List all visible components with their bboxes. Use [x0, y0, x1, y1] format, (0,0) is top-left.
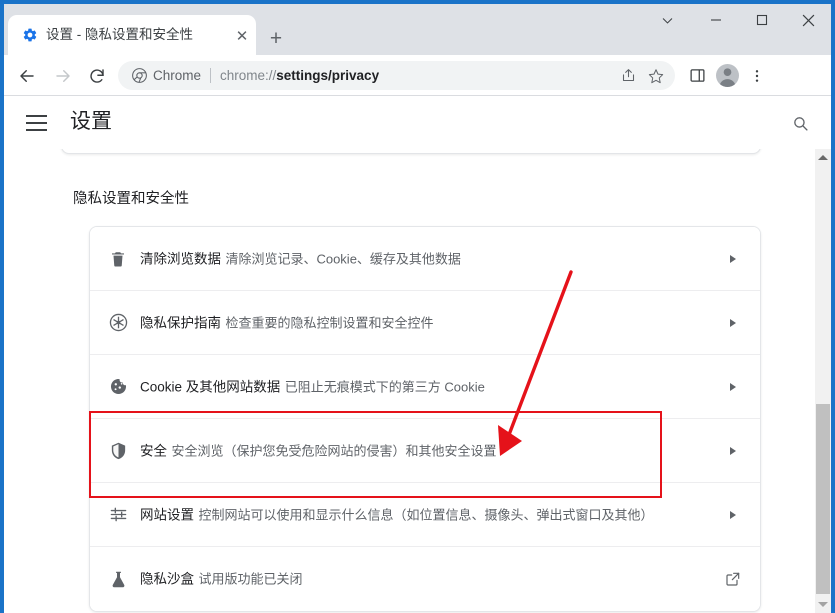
- chevron-right-icon[interactable]: [722, 312, 744, 334]
- search-icon[interactable]: [786, 109, 814, 137]
- tune-sliders-icon: [106, 503, 130, 527]
- tab-title: 设置 - 隐私设置和安全性: [46, 27, 193, 42]
- settings-row-subtitle: 控制网站可以使用和显示什么信息（如位置信息、摄像头、弹出式窗口及其他）: [198, 507, 654, 522]
- new-tab-button[interactable]: +: [262, 24, 290, 52]
- chevron-right-icon[interactable]: [722, 504, 744, 526]
- scroll-up-arrow-icon[interactable]: [815, 149, 831, 166]
- settings-row-privacy-guide[interactable]: 隐私保护指南 检查重要的隐私控制设置和安全控件: [90, 291, 760, 355]
- page-title: 设置: [70, 110, 112, 133]
- url-scheme: chrome://: [220, 68, 277, 83]
- previous-card-partial: [61, 149, 761, 154]
- settings-row-privacy-sandbox[interactable]: 隐私沙盒 试用版功能已关闭: [90, 547, 760, 611]
- settings-row-title: 隐私保护指南: [140, 315, 221, 330]
- settings-row-title: 清除浏览数据: [140, 251, 221, 266]
- settings-row-title: 网站设置: [140, 507, 194, 522]
- omnibox-url[interactable]: chrome://settings/privacy: [220, 66, 379, 85]
- privacy-settings-card: 清除浏览数据 清除浏览记录、Cookie、缓存及其他数据 隐私保护指南 检查重要…: [89, 226, 761, 612]
- chevron-right-icon[interactable]: [722, 376, 744, 398]
- tab-close-icon[interactable]: ✕: [232, 26, 252, 46]
- chevron-right-icon[interactable]: [722, 440, 744, 462]
- scroll-down-arrow-icon[interactable]: [815, 596, 831, 613]
- privacy-guide-icon: [106, 311, 130, 335]
- browser-toolbar: Chrome chrome://settings/privacy: [4, 55, 831, 96]
- avatar-icon: [715, 64, 739, 87]
- close-icon[interactable]: [785, 4, 831, 36]
- flask-icon: [106, 567, 130, 591]
- external-link-icon[interactable]: [722, 568, 744, 590]
- settings-row-title: Cookie 及其他网站数据: [140, 379, 281, 394]
- maximize-icon[interactable]: [739, 4, 785, 36]
- settings-row-subtitle: 安全浏览（保护您免受危险网站的侵害）和其他安全设置: [171, 443, 497, 458]
- three-dot-menu-icon[interactable]: [742, 61, 772, 90]
- settings-row-subtitle: 检查重要的隐私控制设置和安全控件: [225, 315, 434, 330]
- hamburger-line: [26, 115, 47, 117]
- settings-row-site-settings[interactable]: 网站设置 控制网站可以使用和显示什么信息（如位置信息、摄像头、弹出式窗口及其他）: [90, 483, 760, 547]
- toolbar-right-actions: [682, 61, 772, 90]
- tab-search-icon[interactable]: [641, 4, 693, 36]
- avatar[interactable]: [712, 61, 742, 90]
- settings-row-security[interactable]: 安全 安全浏览（保护您免受危险网站的侵害）和其他安全设置: [90, 419, 760, 483]
- hamburger-line: [26, 122, 47, 124]
- tab-strip: 设置 - 隐私设置和安全性 ✕ +: [4, 4, 831, 55]
- settings-row-text: 隐私保护指南 检查重要的隐私控制设置和安全控件: [140, 313, 700, 332]
- hamburger-line: [26, 129, 47, 131]
- settings-row-text: 网站设置 控制网站可以使用和显示什么信息（如位置信息、摄像头、弹出式窗口及其他）: [140, 505, 700, 524]
- reload-button[interactable]: [82, 61, 111, 90]
- settings-header: 设置: [4, 96, 831, 149]
- omnibox-divider: [210, 68, 211, 83]
- window-controls: [641, 4, 831, 36]
- vertical-scrollbar[interactable]: [815, 149, 831, 613]
- side-panel-icon[interactable]: [682, 61, 712, 90]
- settings-row-title: 安全: [140, 443, 167, 458]
- settings-row-subtitle: 已阻止无痕模式下的第三方 Cookie: [284, 379, 485, 394]
- browser-window: 设置 - 隐私设置和安全性 ✕ + Chrome chrome://settin…: [0, 0, 835, 613]
- settings-row-cookies[interactable]: Cookie 及其他网站数据 已阻止无痕模式下的第三方 Cookie: [90, 355, 760, 419]
- settings-row-clear-browsing-data[interactable]: 清除浏览数据 清除浏览记录、Cookie、缓存及其他数据: [90, 227, 760, 291]
- settings-row-text: 安全 安全浏览（保护您免受危险网站的侵害）和其他安全设置: [140, 441, 700, 460]
- url-path: settings/privacy: [276, 68, 380, 83]
- omnibox-actions: [617, 64, 667, 87]
- settings-content: 隐私设置和安全性 清除浏览数据 清除浏览记录、Cookie、缓存及其他数据 隐私…: [4, 149, 815, 613]
- omnibox-chip-label: Chrome: [153, 68, 202, 83]
- trash-icon: [106, 247, 130, 271]
- section-heading: 隐私设置和安全性: [73, 191, 189, 207]
- settings-row-subtitle: 清除浏览记录、Cookie、缓存及其他数据: [225, 251, 461, 266]
- chrome-logo-icon: [132, 68, 147, 83]
- browser-tab[interactable]: 设置 - 隐私设置和安全性 ✕: [8, 15, 256, 55]
- window-frame: 设置 - 隐私设置和安全性 ✕ + Chrome chrome://settin…: [4, 4, 831, 613]
- cookie-icon: [106, 375, 130, 399]
- shield-icon: [106, 439, 130, 463]
- share-icon[interactable]: [617, 64, 640, 87]
- scroll-thumb[interactable]: [816, 404, 830, 594]
- address-bar[interactable]: Chrome chrome://settings/privacy: [118, 61, 675, 90]
- back-button[interactable]: [12, 61, 41, 90]
- forward-button: [48, 61, 77, 90]
- star-icon[interactable]: [644, 64, 667, 87]
- chevron-right-icon[interactable]: [722, 248, 744, 270]
- settings-row-text: Cookie 及其他网站数据 已阻止无痕模式下的第三方 Cookie: [140, 377, 700, 396]
- minimize-icon[interactable]: [693, 4, 739, 36]
- settings-row-text: 清除浏览数据 清除浏览记录、Cookie、缓存及其他数据: [140, 249, 700, 268]
- settings-row-subtitle: 试用版功能已关闭: [198, 571, 303, 587]
- settings-row-title: 隐私沙盒: [140, 571, 194, 587]
- hamburger-menu-icon[interactable]: [26, 110, 56, 136]
- settings-row-text: 隐私沙盒 试用版功能已关闭: [140, 570, 700, 589]
- settings-gear-icon: [22, 27, 38, 43]
